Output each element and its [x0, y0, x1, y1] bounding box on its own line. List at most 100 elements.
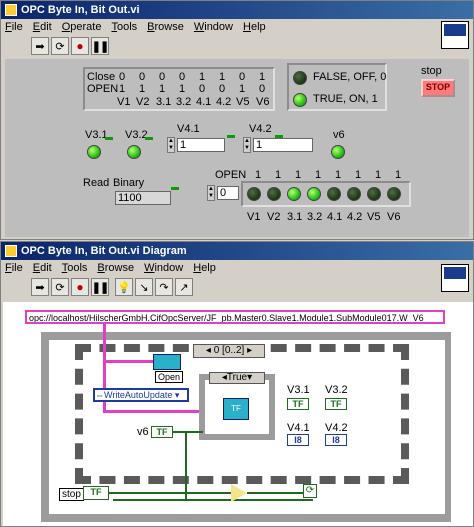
array-index-input[interactable]: 0 [217, 186, 239, 200]
menu-help[interactable]: Help [243, 21, 266, 33]
run-icon[interactable]: ➡ [31, 37, 49, 55]
diagram-menu-help[interactable]: Help [193, 262, 216, 274]
table-header-v42: 4.2 [216, 96, 232, 108]
diagram-v42-terminal[interactable]: I8 [325, 434, 347, 446]
diagram-v6-label: v6 [137, 426, 149, 438]
led-header-v1: V1 [247, 211, 261, 223]
run-continuously-icon[interactable]: ⟳ [51, 37, 69, 55]
datasocket-write-node[interactable]: TF [223, 398, 249, 420]
table-row-open-label: OPEN [87, 83, 119, 95]
write-mode-dropdown-icon[interactable]: ▾ [172, 390, 180, 400]
sequence-frame-label: 0 [0..2] [213, 345, 245, 356]
diagram-abort-icon[interactable]: ● [71, 278, 89, 296]
diagram-v32-terminal[interactable]: TF [325, 398, 347, 410]
case-selector[interactable]: ◂True▾ [209, 372, 265, 384]
menu-window[interactable]: Window [194, 21, 233, 33]
diagram-v31-label: V3.1 [287, 384, 310, 396]
menu-file[interactable]: File [5, 21, 23, 33]
v42-input[interactable]: 1 [253, 138, 313, 152]
labview-diagram-icon [5, 245, 17, 257]
pause-icon[interactable]: ❚❚ [91, 37, 109, 55]
diagram-pause-icon[interactable]: ❚❚ [91, 278, 109, 296]
diagram-menu-browse[interactable]: Browse [97, 262, 134, 274]
menu-browse[interactable]: Browse [147, 21, 184, 33]
not-function-icon[interactable] [231, 484, 247, 502]
diagram-menu-window[interactable]: Window [144, 262, 183, 274]
sequence-next-icon[interactable]: ▸ [247, 345, 252, 356]
table-row-close-v32: 0 [179, 71, 186, 83]
diagram-title: OPC Byte In, Bit Out.vi Diagram [21, 245, 187, 257]
write-mode-arrows-icon: ⇔ [95, 390, 104, 400]
step-over-icon[interactable]: ↷ [155, 278, 173, 296]
led-header-v32: 3.2 [307, 211, 323, 223]
diagram-v31-terminal[interactable]: TF [287, 398, 309, 410]
diagram-v6-terminal[interactable]: TF [151, 426, 173, 438]
table-row-close-v42: 1 [219, 71, 226, 83]
table-row-close-v2: 0 [139, 71, 146, 83]
diagram-v32-label: V3.2 [325, 384, 348, 396]
v31-indicator-dash [105, 137, 113, 140]
open-row-v1: 1 [255, 169, 262, 181]
open-row-v6: 1 [395, 169, 402, 181]
vi-connector-icon[interactable] [441, 21, 469, 49]
v31-led [87, 145, 101, 159]
diagram-menu-file[interactable]: File [5, 262, 23, 274]
diagram-v42-label: V4.2 [325, 422, 348, 434]
diagram-v41-label: V4.1 [287, 422, 310, 434]
v41-spinner[interactable]: ▲ ▼ [167, 137, 175, 153]
table-header-v31: 3.1 [156, 96, 172, 108]
open-row-v2: 1 [275, 169, 282, 181]
table-row-open-v42: 0 [219, 83, 226, 95]
open-row-v5: 1 [375, 169, 382, 181]
table-row-close-v6: 1 [259, 71, 266, 83]
menu-edit[interactable]: Edit [33, 21, 52, 33]
write-mode-ring[interactable]: ⇔WriteAutoUpdate ▾ [93, 388, 189, 402]
array-led-6 [367, 187, 381, 201]
front-panel-titlebar[interactable]: OPC Byte In, Bit Out.vi [1, 1, 473, 19]
diagram-toolbar: ➡ ⟳ ● ❚❚ 💡 ↘ ↷ ↗ [1, 276, 473, 298]
diagram-stop-terminal[interactable]: TF [83, 486, 109, 500]
open-row-v31: 1 [295, 169, 302, 181]
legend-led-on [293, 93, 307, 107]
diagram-menu-tools[interactable]: Tools [62, 262, 88, 274]
vi-icon-graphic [444, 24, 466, 36]
step-out-icon[interactable]: ↗ [175, 278, 193, 296]
table-row-open-v1: 1 [119, 83, 126, 95]
diagram-titlebar[interactable]: OPC Byte In, Bit Out.vi Diagram [1, 242, 473, 260]
open-row-v42: 1 [355, 169, 362, 181]
array-index-spinner[interactable]: ▲ ▼ [207, 185, 215, 201]
array-led-0 [247, 187, 261, 201]
step-into-icon[interactable]: ↘ [135, 278, 153, 296]
sequence-selector[interactable]: ◂ 0 [0..2] ▸ [193, 344, 265, 358]
table-header-v41: 4.1 [196, 96, 212, 108]
v6-led [331, 145, 345, 159]
highlight-execution-icon[interactable]: 💡 [115, 278, 133, 296]
menu-operate[interactable]: Operate [62, 21, 102, 33]
table-header-v2: V2 [136, 96, 150, 108]
write-node-tf: TF [231, 404, 241, 413]
opc-url-constant[interactable]: opc://localhost/HilscherGmbH.CifOpcServe… [25, 310, 445, 324]
abort-icon[interactable]: ● [71, 37, 89, 55]
front-panel-toolbar: ➡ ⟳ ● ❚❚ [1, 35, 473, 57]
binary-label: Binary [113, 177, 145, 189]
legend-led-off [293, 71, 307, 85]
table-row-close-label: Close [87, 71, 116, 83]
diagram-vi-connector-icon[interactable] [441, 264, 469, 292]
diagram-run-icon[interactable]: ➡ [31, 278, 49, 296]
led-header-v31: 3.1 [287, 211, 303, 223]
menu-tools[interactable]: Tools [111, 21, 137, 33]
v41-input[interactable]: 1 [177, 138, 225, 152]
stop-button[interactable]: STOP [421, 79, 455, 97]
array-led-2 [287, 187, 301, 201]
v42-spinner[interactable]: ▲ ▼ [243, 137, 251, 153]
diagram-menu-edit[interactable]: Edit [33, 262, 52, 274]
datasocket-open-node[interactable] [153, 354, 181, 370]
front-panel-window: OPC Byte In, Bit Out.vi File Edit Operat… [0, 0, 474, 240]
stop-label: stop [421, 65, 442, 77]
diagram-run-continuously-icon[interactable]: ⟳ [51, 278, 69, 296]
case-dropdown-icon[interactable]: ▾ [247, 372, 252, 383]
sequence-prev-icon[interactable]: ◂ [206, 345, 211, 356]
loop-condition-icon[interactable]: ⟳ [303, 484, 317, 498]
v41-indicator-dash [227, 135, 235, 138]
diagram-v41-terminal[interactable]: I8 [287, 434, 309, 446]
